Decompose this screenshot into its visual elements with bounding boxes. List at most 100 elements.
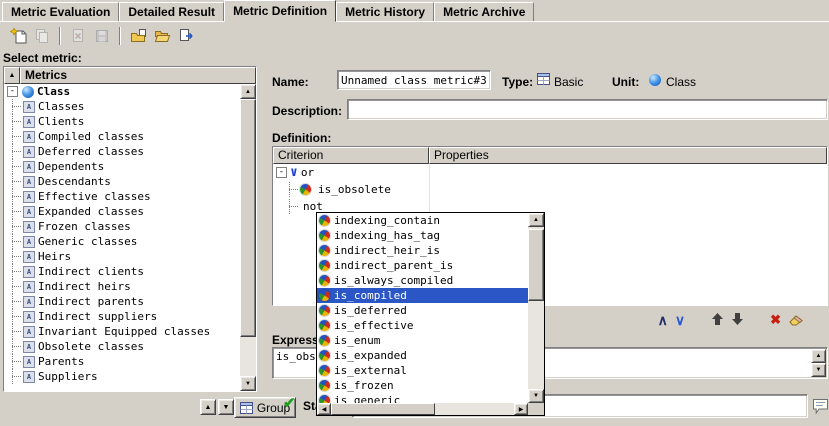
criterion-icon xyxy=(319,350,330,361)
criterion-option[interactable]: indexing_contain xyxy=(317,213,528,228)
scroll-up-button[interactable]: ▲ xyxy=(240,84,256,99)
criterion-option[interactable]: is_expanded xyxy=(317,348,528,363)
description-input[interactable] xyxy=(347,99,828,120)
criterion-option[interactable]: indirect_heir_is xyxy=(317,243,528,258)
criterion-option[interactable]: is_always_compiled xyxy=(317,273,528,288)
tab-detailed-result[interactable]: Detailed Result xyxy=(119,2,224,21)
save-metric-button[interactable] xyxy=(90,25,114,47)
metric-icon xyxy=(23,371,35,383)
basic-type-icon xyxy=(537,73,550,88)
metric-tree-item[interactable]: Deferred classes xyxy=(4,144,240,159)
metric-icon xyxy=(23,221,35,233)
scrollbar-thumb[interactable] xyxy=(331,403,435,415)
criterion-option-label: is_expanded xyxy=(334,349,407,362)
metrics-column-header[interactable]: ▲ Metrics xyxy=(4,67,256,84)
and-operator-button[interactable]: ∧ xyxy=(658,313,668,327)
tree-connector xyxy=(7,369,23,384)
new-archive-button[interactable] xyxy=(126,25,150,47)
metric-tree-root[interactable]: - Class xyxy=(4,84,240,99)
metric-item-label: Suppliers xyxy=(35,370,98,383)
criterion-option[interactable]: is_enum xyxy=(317,333,528,348)
metric-tree-item[interactable]: Descendants xyxy=(4,174,240,189)
copy-icon xyxy=(34,28,50,44)
metric-tree-item[interactable]: Obsolete classes xyxy=(4,339,240,354)
open-folder-icon xyxy=(154,28,171,44)
scroll-down-button[interactable]: ▼ xyxy=(240,376,256,391)
metric-item-label: Deferred classes xyxy=(35,145,144,158)
metric-tree-item[interactable]: Compiled classes xyxy=(4,129,240,144)
erase-criterion-button[interactable] xyxy=(788,311,805,330)
metric-tree-item[interactable]: Indirect suppliers xyxy=(4,309,240,324)
metric-icon xyxy=(23,101,35,113)
metric-tree-item[interactable]: Suppliers xyxy=(4,369,240,384)
metric-tree-item[interactable]: Expanded classes xyxy=(4,204,240,219)
criterion-row-is-obsolete[interactable]: is_obsolete xyxy=(273,181,827,198)
tab-metric-archive[interactable]: Metric Archive xyxy=(434,2,534,21)
metric-tree-item[interactable]: Dependents xyxy=(4,159,240,174)
criterion-dropdown: indexing_containindexing_has_tagindirect… xyxy=(316,212,545,416)
tab-metric-evaluation[interactable]: Metric Evaluation xyxy=(2,2,119,21)
metrics-scrollbar[interactable]: ▲ ▼ xyxy=(240,84,256,391)
move-criterion-down-button[interactable] xyxy=(731,312,744,329)
down-arrow-icon xyxy=(731,312,744,326)
scrollbar-thumb[interactable] xyxy=(528,229,544,301)
collapse-icon[interactable]: - xyxy=(7,86,18,97)
export-metrics-button[interactable] xyxy=(174,25,198,47)
scroll-down-button[interactable]: ▼ xyxy=(811,363,826,377)
scroll-left-button[interactable]: ◀ xyxy=(317,403,331,415)
scroll-right-button[interactable]: ▶ xyxy=(514,403,528,415)
metric-tree-item[interactable]: Frozen classes xyxy=(4,219,240,234)
criterion-option[interactable]: is_compiled xyxy=(317,288,528,303)
metric-tree-item[interactable]: Generic classes xyxy=(4,234,240,249)
expression-scrollbar[interactable]: ▲ ▼ xyxy=(811,349,826,377)
criterion-option[interactable]: is_effective xyxy=(317,318,528,333)
criterion-option[interactable]: is_generic xyxy=(317,393,528,403)
save-icon xyxy=(94,28,110,44)
scroll-up-button[interactable]: ▲ xyxy=(811,349,826,363)
properties-column-header[interactable]: Properties xyxy=(429,147,827,164)
criterion-column-header[interactable]: Criterion xyxy=(273,147,429,164)
new-metric-button[interactable] xyxy=(6,25,30,47)
scrollbar-thumb[interactable] xyxy=(240,99,256,337)
open-archive-button[interactable] xyxy=(150,25,174,47)
metric-tree-item[interactable]: Clients xyxy=(4,114,240,129)
metric-tree-item[interactable]: Indirect parents xyxy=(4,294,240,309)
criterion-option[interactable]: indexing_has_tag xyxy=(317,228,528,243)
metric-tree-item[interactable]: Invariant Equipped classes xyxy=(4,324,240,339)
copy-metric-button[interactable] xyxy=(30,25,54,47)
criterion-icon xyxy=(319,335,330,346)
criterion-option[interactable]: indirect_parent_is xyxy=(317,258,528,273)
or-operator-button[interactable]: ∨ xyxy=(675,313,685,327)
tab-metric-history[interactable]: Metric History xyxy=(336,2,434,21)
tab-metric-definition[interactable]: Metric Definition xyxy=(224,0,336,22)
move-metric-down-button[interactable]: ▼ xyxy=(218,399,234,415)
criterion-row-label: is_obsolete xyxy=(315,183,391,196)
metric-tree-item[interactable]: Heirs xyxy=(4,249,240,264)
criterion-toolbar: ∧ ∨ ✖ xyxy=(658,311,805,329)
tree-connector xyxy=(7,189,23,204)
move-metric-up-button[interactable]: ▲ xyxy=(200,399,216,415)
metric-tree-item[interactable]: Indirect clients xyxy=(4,264,240,279)
criterion-row-or[interactable]: - ∨ or xyxy=(273,164,827,181)
metric-item-label: Frozen classes xyxy=(35,220,131,233)
move-criterion-up-button[interactable] xyxy=(711,312,724,329)
metric-tree-item[interactable]: Indirect heirs xyxy=(4,279,240,294)
metric-tree-item[interactable]: Parents xyxy=(4,354,240,369)
scroll-down-button[interactable]: ▼ xyxy=(528,389,544,403)
criterion-option[interactable]: is_deferred xyxy=(317,303,528,318)
criterion-option[interactable]: is_external xyxy=(317,363,528,378)
comment-balloon-button[interactable] xyxy=(811,397,829,415)
criterion-option[interactable]: is_frozen xyxy=(317,378,528,393)
name-input[interactable] xyxy=(337,70,491,90)
collapse-icon[interactable]: - xyxy=(276,167,287,178)
metrics-tree: - Class ClassesClientsCompiled classes De… xyxy=(4,84,240,391)
metric-item-label: Compiled classes xyxy=(35,130,144,143)
delete-criterion-button[interactable]: ✖ xyxy=(770,312,781,328)
dropdown-hscrollbar[interactable]: ◀ ▶ xyxy=(317,403,528,415)
metric-tree-item[interactable]: Effective classes xyxy=(4,189,240,204)
dropdown-vscrollbar[interactable]: ▲ ▼ xyxy=(528,213,544,403)
metric-tree-item[interactable]: Classes xyxy=(4,99,240,114)
scroll-up-button[interactable]: ▲ xyxy=(528,213,544,227)
delete-metric-button[interactable] xyxy=(66,25,90,47)
tree-connector xyxy=(7,339,23,354)
